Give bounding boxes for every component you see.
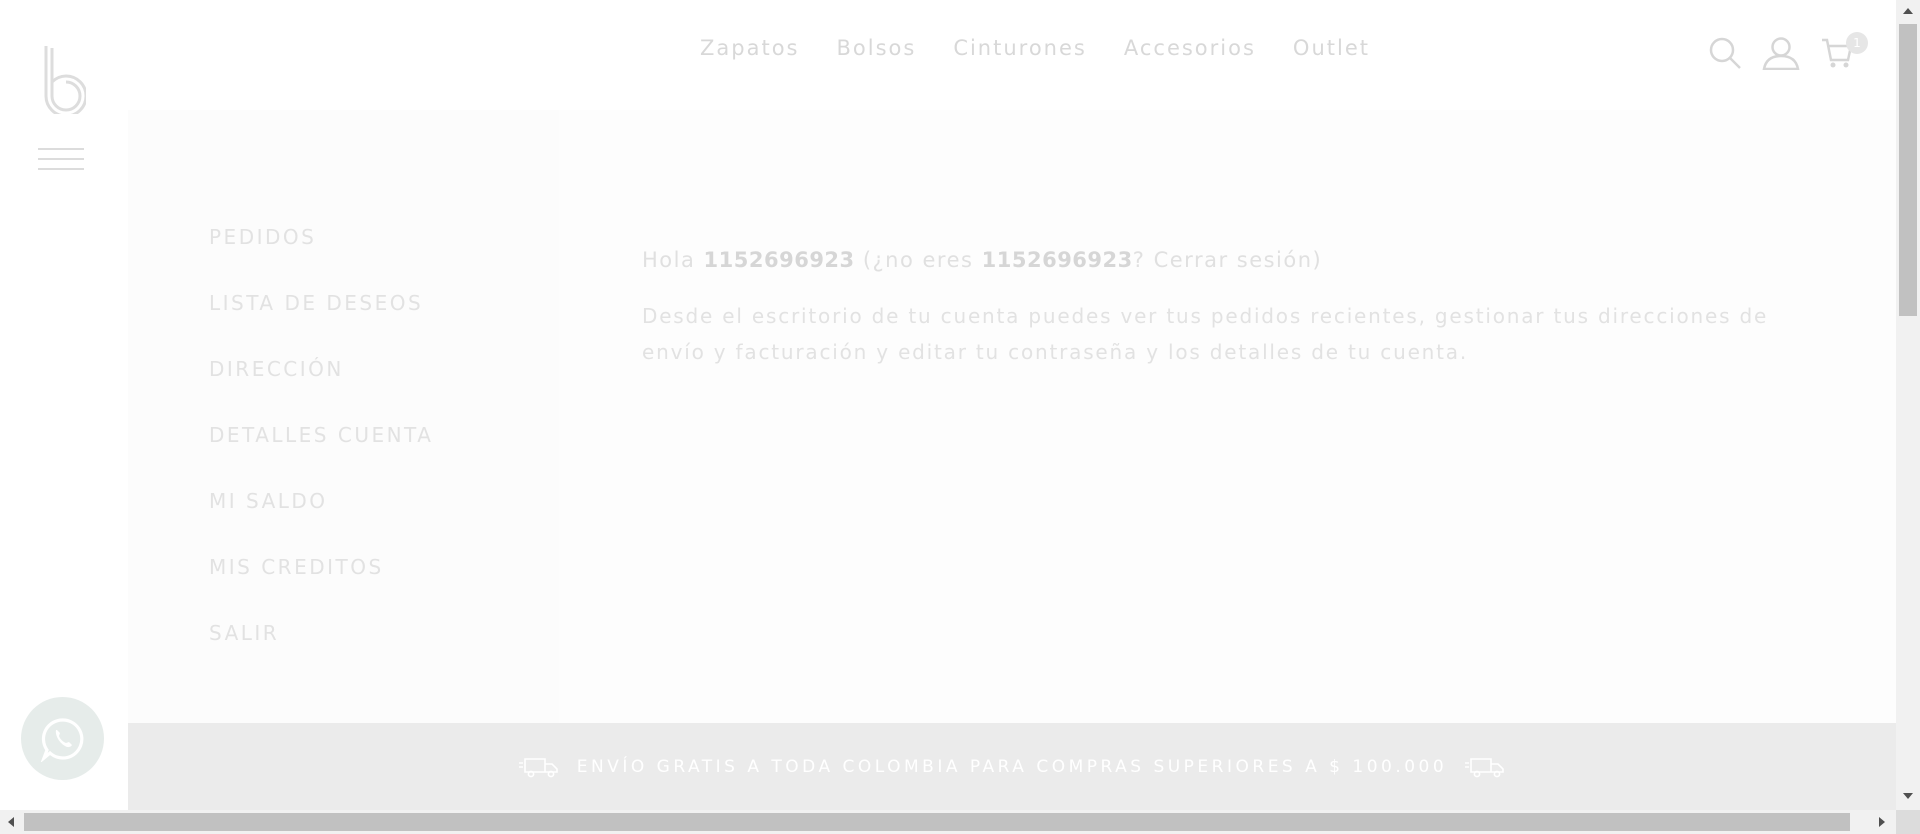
cart-button[interactable]: 1 xyxy=(1820,32,1868,70)
account-menu: PEDIDOS LISTA DE DESEOS DIRECCIÓN DETALL… xyxy=(209,225,433,687)
user-icon[interactable] xyxy=(1762,36,1800,71)
hamburger-menu-button[interactable] xyxy=(38,148,84,172)
free-shipping-banner: ENVÍO GRATIS A TODA COLOMBIA PARA COMPRA… xyxy=(128,723,1896,810)
nav-item-zapatos[interactable]: Zapatos xyxy=(700,36,799,60)
whatsapp-button[interactable] xyxy=(21,697,104,780)
username-repeat: 1152696923 xyxy=(981,248,1133,272)
nav-item-cinturones[interactable]: Cinturones xyxy=(953,36,1087,60)
account-menu-detalles-cuenta[interactable]: DETALLES CUENTA xyxy=(209,423,433,489)
nav-item-accesorios[interactable]: Accesorios xyxy=(1124,36,1256,60)
account-menu-lista-deseos[interactable]: LISTA DE DESEOS xyxy=(209,291,433,357)
brand-logo[interactable] xyxy=(40,44,88,118)
b-logo-icon xyxy=(44,46,88,118)
vertical-scroll-thumb[interactable] xyxy=(1899,24,1917,316)
scrollbar-corner xyxy=(1896,810,1920,834)
vertical-scrollbar[interactable] xyxy=(1896,0,1920,810)
account-menu-mis-creditos[interactable]: MIS CREDITOS xyxy=(209,555,433,621)
dashboard-content: Hola 1152696923 (¿no eres 1152696923? Ce… xyxy=(642,248,1817,370)
greeting: Hola 1152696923 (¿no eres 1152696923? Ce… xyxy=(642,248,1323,272)
account-menu-mi-saldo[interactable]: MI SALDO xyxy=(209,489,433,555)
dashboard-description: Desde el escritorio de tu cuenta puedes … xyxy=(642,304,1769,364)
logout-link[interactable]: Cerrar sesión xyxy=(1154,248,1313,272)
scroll-left-icon[interactable] xyxy=(8,817,14,827)
username: 1152696923 xyxy=(703,248,855,272)
scroll-down-icon[interactable] xyxy=(1903,793,1913,799)
scroll-right-icon[interactable] xyxy=(1879,817,1885,827)
horizontal-scroll-thumb[interactable] xyxy=(24,813,1850,831)
whatsapp-icon xyxy=(40,717,83,762)
scroll-up-icon[interactable] xyxy=(1903,8,1913,14)
header-icons: 1 xyxy=(1708,32,1868,71)
search-icon[interactable] xyxy=(1708,36,1742,70)
account-menu-direccion[interactable]: DIRECCIÓN xyxy=(209,357,433,423)
cart-count-badge: 1 xyxy=(1846,32,1868,54)
nav-item-bolsos[interactable]: Bolsos xyxy=(836,36,916,60)
nav-item-outlet[interactable]: Outlet xyxy=(1293,36,1370,60)
delivery-truck-icon xyxy=(1465,757,1504,777)
horizontal-scrollbar[interactable] xyxy=(0,810,1896,834)
account-menu-salir[interactable]: SALIR xyxy=(209,621,433,687)
main-navigation: Zapatos Bolsos Cinturones Accesorios Out… xyxy=(700,36,1370,60)
account-menu-pedidos[interactable]: PEDIDOS xyxy=(209,225,433,291)
banner-text: ENVÍO GRATIS A TODA COLOMBIA PARA COMPRA… xyxy=(576,756,1448,777)
delivery-truck-icon xyxy=(518,757,558,777)
